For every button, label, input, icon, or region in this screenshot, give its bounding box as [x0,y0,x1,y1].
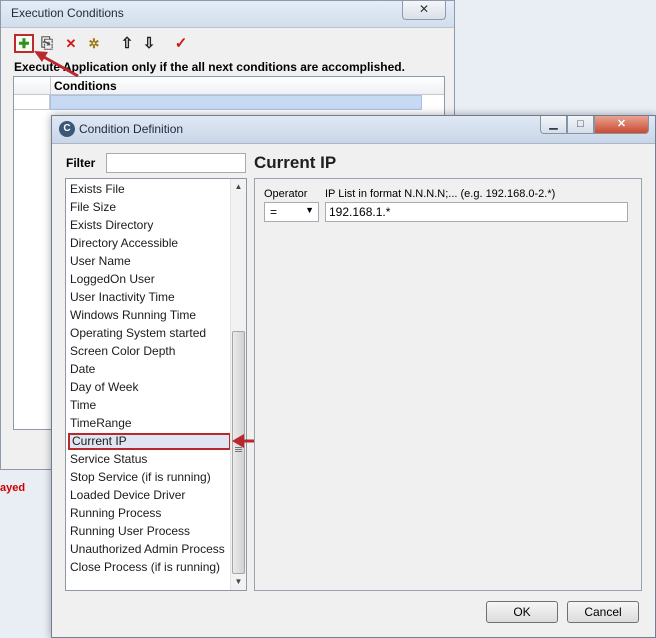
add-icon: ✚ [18,36,30,51]
condition-heading: Current IP [254,153,337,172]
arrow-down-icon: ⇩ [142,35,156,52]
close-button[interactable]: ✕ [402,1,446,20]
minimize-button[interactable]: ▁ [540,116,567,134]
scrollbar-thumb[interactable] [232,331,245,574]
condition-definition-dialog: C Condition Definition ▁ □ ✕ Filter Exis… [51,115,656,638]
list-item[interactable]: Exists File [70,181,125,198]
list-item[interactable]: File Size [70,199,116,216]
move-down-button[interactable]: ⇩ [139,34,159,53]
ok-button[interactable]: OK [486,601,558,623]
chevron-down-icon: ▼ [305,205,314,215]
gear-icon: ✲ [88,36,100,51]
close-icon: ✕ [616,118,627,130]
list-item[interactable]: Unauthorized Admin Process [70,541,225,558]
condition-detail-panel: Operator IP List in format N.N.N.N;... (… [254,178,642,591]
ip-list-input[interactable]: 192.168.1.* [325,202,628,222]
list-item[interactable]: TimeRange [70,415,132,432]
conditions-column-header[interactable]: Conditions [54,79,117,93]
list-item[interactable]: LoggedOn User [70,271,155,288]
list-item[interactable]: Current IP [68,433,231,450]
validate-button[interactable]: ✓ [171,34,191,53]
list-item[interactable]: Date [70,361,95,378]
filter-label: Filter [66,156,96,170]
execution-conditions-titlebar: Execution Conditions ✕ [1,1,454,28]
grid-row-selector[interactable] [14,95,50,110]
operator-label: Operator [264,188,308,200]
list-item[interactable]: Time [70,397,96,414]
list-item[interactable]: Loaded Device Driver [70,487,185,504]
operator-select[interactable]: = ▼ [264,202,319,222]
list-item[interactable]: Exists Directory [70,217,153,234]
execution-conditions-title: Execution Conditions [11,6,124,20]
maximize-button[interactable]: □ [567,116,594,134]
scroll-down-arrow-icon[interactable]: ▼ [231,574,246,590]
list-item[interactable]: Service Status [70,451,147,468]
cancel-button[interactable]: Cancel [567,601,639,623]
app-icon: C [59,121,75,137]
minimize-icon: ▁ [549,118,558,130]
list-item[interactable]: Operating System started [70,325,206,342]
filter-input[interactable] [106,153,246,173]
condition-type-list[interactable]: Exists File File Size Exists Directory Dire… [65,178,247,591]
scroll-up-arrow-icon[interactable]: ▲ [231,179,246,195]
list-item[interactable]: Windows Running Time [70,307,196,324]
list-item[interactable]: Stop Service (if is running) [70,469,211,486]
annotation-arrow-add [34,51,79,78]
condition-definition-titlebar: C Condition Definition ▁ □ ✕ [52,116,655,144]
checkmark-icon: ✓ [174,35,188,52]
maximize-icon: □ [577,118,584,130]
configure-condition-button[interactable]: ✲ [84,34,104,53]
ip-list-label: IP List in format N.N.N.N;... (e.g. 192.… [325,188,556,200]
list-item[interactable]: Day of Week [70,379,138,396]
close-button[interactable]: ✕ [594,116,649,134]
list-item[interactable]: Running User Process [70,523,190,540]
list-item[interactable]: Close Process (if is running) [70,559,220,576]
operator-value: = [270,205,278,219]
list-item[interactable]: Screen Color Depth [70,343,175,360]
background-status-text: ayed [0,482,26,494]
arrow-up-icon: ⇧ [120,35,134,52]
close-icon: ✕ [418,2,430,16]
ip-list-value: 192.168.1.* [329,205,391,219]
list-scrollbar[interactable]: ▲ ▼ [230,179,246,590]
list-item[interactable]: Directory Accessible [70,235,178,252]
list-item[interactable]: User Inactivity Time [70,289,175,306]
condition-definition-title: Condition Definition [79,122,184,136]
move-up-button[interactable]: ⇧ [117,34,137,53]
table-row[interactable] [50,95,422,110]
list-item[interactable]: Running Process [70,505,161,522]
list-item[interactable]: User Name [70,253,131,270]
